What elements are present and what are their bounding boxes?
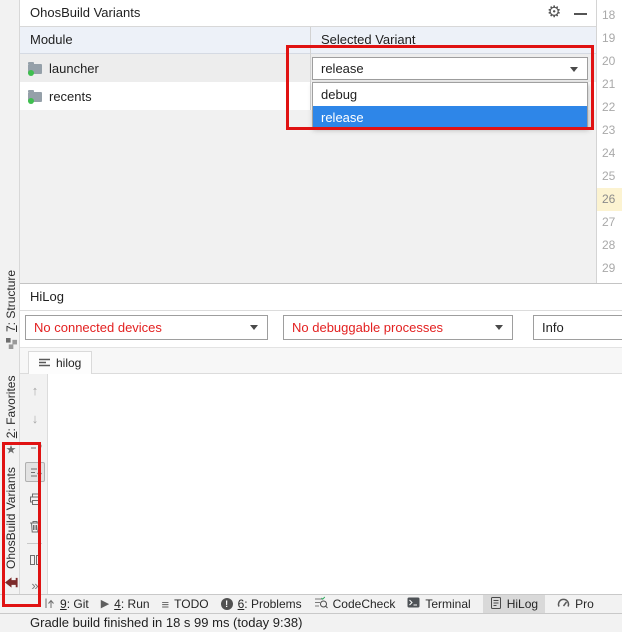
dropdown-option-release[interactable]: release bbox=[313, 106, 587, 129]
sidebar-item-structure[interactable]: 7: Structure bbox=[2, 270, 20, 349]
line-number[interactable]: 18 bbox=[597, 4, 622, 27]
chevron-down-icon bbox=[250, 325, 258, 330]
clear-log-trash-icon[interactable] bbox=[27, 518, 43, 534]
status-bar: Gradle build finished in 18 s 99 ms (tod… bbox=[0, 613, 622, 632]
scroll-down-icon[interactable]: ↓ bbox=[27, 410, 43, 426]
line-number[interactable]: 27 bbox=[597, 211, 622, 234]
device-selector-value: No connected devices bbox=[34, 320, 162, 335]
toolbar-item-problems[interactable]: ! 6: Problems bbox=[221, 595, 302, 614]
variant-combobox-value: release bbox=[321, 61, 364, 76]
list-icon: ≡ bbox=[162, 599, 170, 610]
toolbar-item-label: Terminal bbox=[425, 597, 470, 611]
chevron-down-icon bbox=[570, 67, 578, 72]
toolbar-item-codecheck[interactable]: CodeCheck bbox=[314, 595, 396, 614]
line-number[interactable]: 24 bbox=[597, 142, 622, 165]
line-number[interactable]: 25 bbox=[597, 165, 622, 188]
gear-icon[interactable]: ⚙ bbox=[547, 4, 561, 22]
column-header-module: Module bbox=[30, 32, 73, 47]
line-number[interactable]: 19 bbox=[597, 27, 622, 50]
variant-combobox[interactable]: release bbox=[312, 57, 588, 80]
module-name: recents bbox=[49, 89, 92, 104]
panel-header: OhosBuild Variants bbox=[20, 0, 596, 27]
star-icon: ★ bbox=[6, 443, 17, 457]
problems-icon: ! bbox=[221, 598, 233, 610]
line-number[interactable]: 20 bbox=[597, 50, 622, 73]
table-header: Module Selected Variant bbox=[20, 27, 596, 54]
soft-wrap-icon[interactable] bbox=[27, 438, 43, 454]
line-number[interactable]: 21 bbox=[597, 73, 622, 96]
line-number[interactable]: 22 bbox=[597, 96, 622, 119]
toolbar-item-profiler[interactable]: Pro bbox=[557, 595, 594, 614]
line-number[interactable]: 29 bbox=[597, 257, 622, 280]
toolbar-item-hilog[interactable]: HiLog bbox=[483, 595, 545, 614]
toolbar-item-label: 9: Git bbox=[60, 597, 89, 611]
column-divider bbox=[310, 27, 311, 110]
process-selector-value: No debuggable processes bbox=[292, 320, 443, 335]
module-folder-icon bbox=[28, 92, 42, 102]
hilog-doc-icon bbox=[490, 597, 502, 612]
sidebar-item-label: 2: Favorites bbox=[4, 376, 18, 439]
toolbar-item-git[interactable]: 9: Git bbox=[44, 595, 89, 614]
split-panel-icon[interactable] bbox=[27, 552, 43, 568]
log-level-selector[interactable]: Info bbox=[533, 315, 622, 340]
scroll-to-end-icon[interactable] bbox=[25, 462, 45, 482]
toolbar-item-label: CodeCheck bbox=[333, 597, 396, 611]
status-message: Gradle build finished in 18 s 99 ms (tod… bbox=[30, 614, 302, 632]
variant-dropdown-popup: debug release bbox=[312, 82, 588, 128]
toolbar-item-label: 4: Run bbox=[114, 597, 149, 611]
build-variants-arrow-icon bbox=[4, 575, 19, 590]
line-number-active[interactable]: 26 bbox=[597, 188, 622, 211]
tool-window-bar: 9: Git ▶ 4: Run ≡ TODO ! 6: Problems Cod… bbox=[0, 594, 622, 613]
terminal-icon bbox=[407, 597, 420, 611]
hilog-panel-header: HiLog bbox=[20, 284, 622, 311]
toolbar-item-todo[interactable]: ≡ TODO bbox=[162, 595, 209, 614]
panel-title: OhosBuild Variants bbox=[30, 5, 140, 20]
toolbar-item-label: TODO bbox=[174, 597, 208, 611]
toolbar-item-label: 6: Problems bbox=[238, 597, 302, 611]
chevron-down-icon bbox=[495, 325, 503, 330]
toolbar-item-terminal[interactable]: Terminal bbox=[407, 595, 470, 614]
tab-hilog[interactable]: hilog bbox=[28, 351, 92, 374]
play-icon: ▶ bbox=[101, 599, 109, 610]
sidebar-item-label: 7: Structure bbox=[4, 270, 18, 332]
sidebar-item-label: OhosBuild Variants bbox=[4, 467, 18, 569]
module-folder-icon bbox=[28, 64, 42, 74]
panel-empty-area bbox=[20, 110, 596, 283]
process-selector[interactable]: No debuggable processes bbox=[283, 315, 513, 340]
codecheck-icon bbox=[314, 596, 328, 612]
dropdown-option-debug[interactable]: debug bbox=[313, 83, 587, 106]
sidebar-item-ohosbuild-variants[interactable]: OhosBuild Variants bbox=[2, 467, 20, 590]
sidebar-item-favorites[interactable]: ★ 2: Favorites bbox=[2, 376, 20, 455]
editor-gutter: 17 18 19 20 21 22 23 24 25 26 27 28 29 bbox=[596, 0, 622, 283]
toolbar-divider bbox=[27, 543, 42, 544]
git-icon bbox=[44, 597, 55, 612]
hilog-title: HiLog bbox=[30, 289, 64, 304]
tab-label: hilog bbox=[56, 356, 81, 370]
device-selector[interactable]: No connected devices bbox=[25, 315, 268, 340]
structure-icon bbox=[6, 338, 17, 349]
hilog-log-output[interactable] bbox=[49, 374, 622, 594]
column-header-selected-variant: Selected Variant bbox=[321, 32, 415, 47]
expand-more-icon[interactable]: » bbox=[27, 577, 43, 593]
line-number[interactable]: 28 bbox=[597, 234, 622, 257]
profiler-gauge-icon bbox=[557, 597, 570, 611]
log-level-value: Info bbox=[542, 320, 564, 335]
minimize-icon[interactable] bbox=[574, 13, 587, 15]
hilog-toolbar: No connected devices No debuggable proce… bbox=[20, 311, 622, 348]
hilog-tab-bar: hilog bbox=[20, 348, 622, 374]
toolbar-item-run[interactable]: ▶ 4: Run bbox=[101, 595, 150, 614]
line-number[interactable]: 23 bbox=[597, 119, 622, 142]
toolbar-item-label: HiLog bbox=[507, 597, 538, 611]
scroll-up-icon[interactable]: ↑ bbox=[27, 382, 43, 398]
toolbar-item-label: Pro bbox=[575, 597, 594, 611]
ide-window: 7: Structure ★ 2: Favorites OhosBuild Va… bbox=[0, 0, 622, 632]
log-lines-icon bbox=[39, 356, 50, 370]
print-icon[interactable] bbox=[27, 491, 43, 507]
module-name: launcher bbox=[49, 61, 99, 76]
